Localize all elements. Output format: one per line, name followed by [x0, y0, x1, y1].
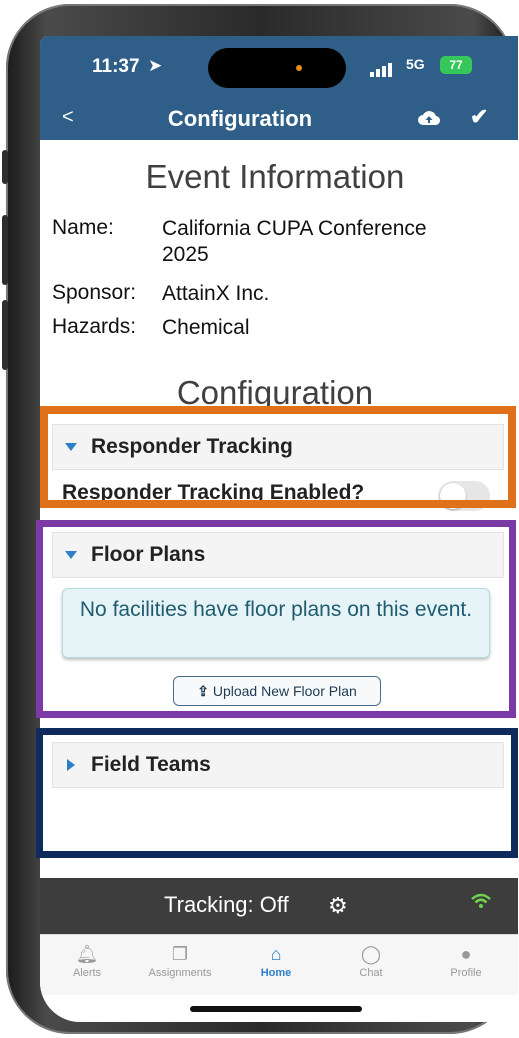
hazards-label: Hazards: — [52, 315, 137, 338]
tracking-bar[interactable]: Tracking: Off ⚙ — [40, 878, 518, 934]
tracking-value: Off — [259, 892, 289, 917]
tracking-status: Tracking: Off — [164, 892, 289, 918]
tab-chat[interactable]: ◯ Chat — [326, 941, 416, 979]
volume-down-button — [2, 300, 8, 370]
chat-icon: ◯ — [360, 944, 382, 964]
cloud-upload-icon[interactable] — [418, 109, 441, 132]
tab-profile[interactable]: ● Profile — [421, 941, 511, 979]
signal-icon — [370, 59, 394, 77]
highlight-box-field-teams — [36, 728, 518, 858]
bell-icon: 🔔︎ — [75, 944, 99, 964]
network-type: 5G — [406, 56, 425, 72]
save-check-button[interactable]: ✔ — [470, 104, 488, 130]
tab-bar: 🔔︎ Alerts ❐ Assignments ⌂ Home ◯ Chat ● … — [40, 934, 518, 995]
tab-label: Alerts — [72, 967, 102, 979]
home-icon: ⌂ — [270, 944, 282, 964]
status-bar: 11:37 ➤ 5G 77 — [40, 36, 518, 96]
action-button — [2, 150, 8, 184]
tracking-label: Tracking: — [164, 892, 254, 917]
event-sponsor-row: Sponsor: AttainX Inc. — [52, 281, 269, 305]
volume-up-button — [2, 215, 8, 285]
nav-bar: < Configuration ✔ — [40, 96, 518, 140]
event-heading: Event Information — [145, 158, 405, 195]
status-time: 11:37 — [92, 56, 140, 77]
clipboard-icon: ❐ — [171, 944, 189, 964]
tab-assignments[interactable]: ❐ Assignments — [135, 941, 225, 979]
sponsor-value: AttainX Inc. — [162, 282, 270, 305]
wifi-icon — [470, 892, 492, 915]
battery-icon: 77 — [440, 56, 472, 74]
tab-label: Chat — [359, 967, 383, 979]
event-name-row: Name: California CUPA Conference 2025 — [52, 216, 427, 266]
mic-indicator — [296, 65, 302, 71]
tab-home[interactable]: ⌂ Home — [231, 941, 321, 979]
highlight-box-floor-plans — [36, 520, 516, 718]
location-arrow-icon: ➤ — [148, 56, 163, 75]
person-icon: ● — [460, 944, 472, 964]
sponsor-label: Sponsor: — [52, 281, 137, 304]
dynamic-island — [208, 48, 346, 88]
tab-label: Home — [260, 967, 292, 979]
highlight-box-responder-tracking — [40, 406, 516, 508]
tab-label: Assignments — [148, 967, 212, 979]
home-indicator — [190, 1006, 362, 1012]
page-title: Configuration — [167, 106, 313, 131]
name-value: California CUPA Conference 2025 — [162, 217, 427, 266]
event-hazards-row: Hazards: Chemical — [52, 315, 250, 339]
gear-icon[interactable]: ⚙ — [328, 893, 348, 919]
tab-alerts[interactable]: 🔔︎ Alerts — [42, 941, 132, 979]
tab-label: Profile — [450, 967, 482, 979]
hazards-value: Chemical — [162, 316, 250, 339]
name-label: Name: — [52, 216, 114, 239]
